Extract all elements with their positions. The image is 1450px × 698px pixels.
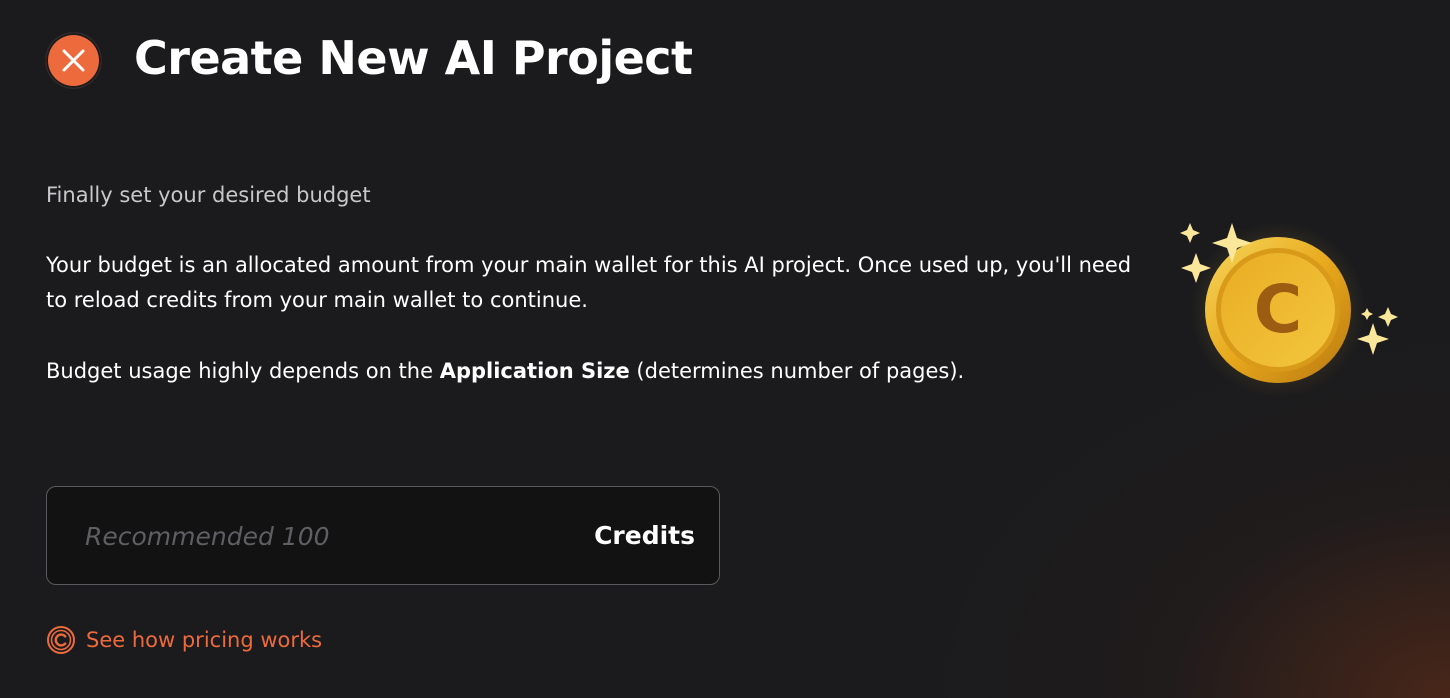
credit-icon: [47, 626, 75, 654]
pricing-info-link[interactable]: See how pricing works: [46, 624, 322, 656]
budget-usage-note: Budget usage highly depends on the Appli…: [46, 354, 964, 389]
page-title: Create New AI Project: [134, 31, 693, 85]
application-size-term: Application Size: [439, 359, 630, 383]
usage-note-suffix: (determines number of pages).: [629, 359, 965, 383]
budget-description: Your budget is an allocated amount from …: [46, 253, 1132, 312]
budget-field[interactable]: Credits: [46, 486, 720, 585]
credit-coin-illustration: C: [1170, 215, 1410, 400]
close-button[interactable]: [46, 33, 101, 88]
credit-coin-icon: C: [1180, 222, 1398, 398]
pricing-link-label: See how pricing works: [86, 628, 323, 652]
step-subtitle: Finally set your desired budget: [46, 183, 371, 207]
credits-unit-label: Credits: [594, 521, 695, 550]
budget-input[interactable]: [85, 515, 565, 557]
sparkle-icon: [1378, 307, 1398, 327]
usage-note-prefix: Budget usage highly depends on the: [46, 359, 440, 383]
close-icon: [62, 49, 85, 72]
sparkle-icon: [1180, 223, 1200, 243]
coin-letter: C: [1254, 271, 1302, 348]
